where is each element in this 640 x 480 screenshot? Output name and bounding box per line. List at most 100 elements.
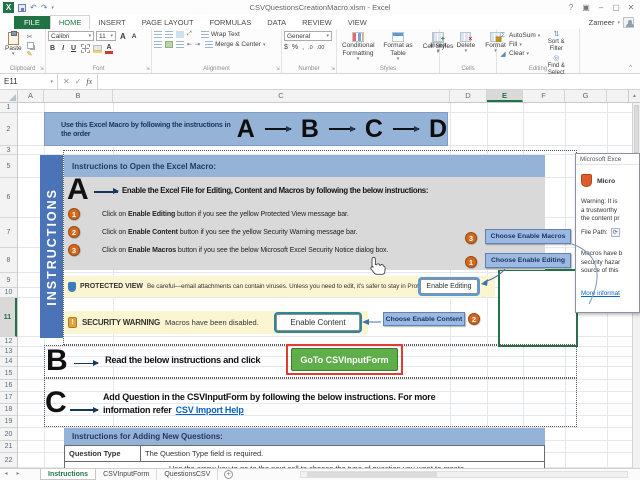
column-header-D[interactable]: D — [450, 90, 487, 102]
row-header-14[interactable]: 14 — [0, 357, 17, 367]
grow-font-button[interactable]: A — [118, 32, 128, 41]
ribbon-tab-review[interactable]: REVIEW — [294, 16, 340, 29]
choose-enable-editing-button[interactable]: Choose Enable Editing — [485, 253, 571, 268]
close-icon[interactable]: ✕ — [625, 3, 637, 12]
row-header-8[interactable]: 8 — [0, 248, 17, 273]
paste-button[interactable]: Paste ▾ — [2, 31, 25, 64]
row-header-19[interactable]: 19 — [0, 416, 17, 428]
row-header-9[interactable]: 9 — [0, 273, 17, 288]
editing-button-clear[interactable]: ◢ Clear ▾ — [499, 49, 540, 58]
increase-decimal-button[interactable]: .0 — [308, 45, 313, 51]
ribbon-tab-insert[interactable]: INSERT — [90, 16, 133, 29]
cells-button-insert[interactable]: + Insert ▾ — [427, 31, 449, 56]
qat-more-icon[interactable]: ▾ — [51, 5, 54, 11]
italic-button[interactable]: I — [60, 45, 66, 52]
sheet-grid[interactable]: 1 2 3 5 6 7 8 9 10 11 12 13 14 15 16 17 18 19 20 21 22 Use t… — [0, 103, 640, 468]
column-header-B[interactable]: B — [44, 90, 113, 102]
font-color-icon[interactable]: A — [105, 44, 114, 54]
row-header-1[interactable]: 1 — [0, 103, 17, 113]
align-middle-icon[interactable] — [165, 31, 173, 38]
enable-editing-button[interactable]: Enable Editing — [420, 279, 478, 294]
comma-button[interactable]: , — [302, 44, 304, 51]
ribbon-tab-formulas[interactable]: FORMULAS — [202, 16, 260, 29]
enable-content-button[interactable]: Enable Content — [276, 314, 360, 331]
borders-icon[interactable] — [81, 44, 91, 54]
ribbon-tab-data[interactable]: DATA — [259, 16, 294, 29]
new-sheet-icon[interactable]: + — [224, 470, 234, 479]
account-area[interactable]: Zameer ▾ — [589, 17, 634, 28]
minimize-icon[interactable]: – — [595, 3, 607, 12]
increase-indent-icon[interactable]: ⇥ — [195, 41, 200, 48]
column-header-E[interactable]: E — [487, 90, 523, 102]
decrease-decimal-button[interactable]: .00 — [317, 45, 325, 51]
cancel-icon[interactable]: ✕ — [63, 77, 70, 86]
row-header-22[interactable]: 22 — [0, 453, 17, 468]
enter-icon[interactable]: ✓ — [75, 77, 82, 86]
clipboard-dialog-launcher-icon[interactable]: ⇲ — [40, 66, 44, 72]
scroll-up-icon[interactable]: ▲ — [628, 90, 640, 102]
ribbon-tab-page-layout[interactable]: PAGE LAYOUT — [134, 16, 202, 29]
row-header-17[interactable]: 17 — [0, 392, 17, 404]
row-header-20[interactable]: 20 — [0, 428, 17, 441]
shrink-font-button[interactable]: A — [130, 33, 139, 40]
avatar[interactable] — [623, 17, 634, 28]
row-header-10[interactable]: 10 — [0, 288, 17, 298]
ribbon-tab-file[interactable]: FILE — [14, 16, 50, 29]
alignment-dialog-launcher-icon[interactable]: ⇲ — [276, 66, 280, 72]
editing-button-fill[interactable]: ↓ Fill ▾ — [499, 40, 540, 49]
choose-enable-content-button[interactable]: Choose Enable Content — [383, 312, 465, 326]
ribbon-tab-view[interactable]: VIEW — [340, 16, 375, 29]
column-header-G[interactable]: G — [565, 90, 607, 102]
row-header-12[interactable]: 12 — [0, 337, 17, 347]
editing-button-sort-filter[interactable]: ⇅ Sort & Filter — [544, 31, 568, 53]
font-name-select[interactable]: Calibri ▾ — [48, 31, 94, 41]
align-bottom-icon[interactable] — [176, 31, 184, 38]
collapse-ribbon-icon[interactable]: ^ — [629, 65, 632, 71]
select-all-corner[interactable] — [0, 90, 18, 102]
align-top-icon[interactable] — [154, 31, 162, 38]
cells-button-delete[interactable]: × Delete ▾ — [453, 31, 478, 56]
redo-icon[interactable]: ↷ — [41, 3, 48, 12]
help-icon[interactable]: ? — [565, 3, 577, 12]
column-header-F[interactable]: F — [523, 90, 565, 102]
row-header-2[interactable]: 2 — [0, 113, 17, 146]
vertical-scroll-thumb[interactable] — [634, 105, 639, 153]
row-header-18[interactable]: 18 — [0, 404, 17, 416]
column-header-A[interactable]: A — [18, 90, 44, 102]
format-painter-icon[interactable]: ✎ — [27, 50, 34, 58]
decrease-indent-icon[interactable]: ⇤ — [187, 41, 192, 48]
ribbon-tab-home[interactable]: HOME — [49, 15, 91, 29]
underline-button[interactable]: U — [69, 45, 78, 52]
row-header-7[interactable]: 7 — [0, 218, 17, 248]
column-header-C[interactable]: C — [113, 90, 450, 102]
copy-icon[interactable] — [26, 42, 34, 49]
row-header-3[interactable]: 3 — [0, 146, 17, 155]
row-header-16[interactable]: 16 — [0, 380, 17, 392]
orientation-icon[interactable]: ⤢ — [187, 31, 192, 38]
horizontal-scroll-thumb[interactable] — [307, 472, 437, 477]
name-box[interactable]: E11 ▾ — [0, 74, 58, 89]
sheet-tab-questionscsv[interactable]: QuestionsCSV — [157, 469, 219, 480]
bold-button[interactable]: B — [48, 45, 57, 52]
font-size-select[interactable]: 11 ▾ — [96, 31, 116, 41]
align-center-icon[interactable] — [165, 41, 173, 48]
undo-icon[interactable]: ↶ — [30, 3, 37, 12]
dialog-more-info-link[interactable]: More informat — [581, 290, 620, 297]
row-header-13[interactable]: 13 — [0, 347, 17, 357]
currency-button[interactable]: $ — [284, 44, 288, 51]
sheet-tab-instructions[interactable]: Instructions — [40, 469, 97, 480]
fill-color-icon[interactable] — [93, 44, 103, 53]
insert-function-icon[interactable]: fx — [86, 77, 92, 86]
goto-csvinputform-button[interactable]: GoTo CSVInputForm — [291, 348, 398, 371]
align-right-icon[interactable] — [176, 41, 184, 48]
sheet-tab-csvinputform[interactable]: CSVInputForm — [96, 469, 158, 480]
wrap-text-button[interactable]: Wrap Text — [200, 31, 240, 38]
row-header-6[interactable]: 6 — [0, 178, 17, 218]
horizontal-scrollbar[interactable] — [300, 471, 628, 478]
align-left-icon[interactable] — [154, 41, 162, 48]
maximize-icon[interactable]: ▢ — [610, 3, 622, 12]
editing-button-autosum[interactable]: Σ AutoSum ▾ — [499, 31, 540, 40]
row-header-15[interactable]: 15 — [0, 367, 17, 380]
ribbon-display-icon[interactable]: ▣ — [580, 3, 592, 12]
styles-button-format-as-table[interactable]: Format as Table ▾ — [379, 31, 417, 64]
